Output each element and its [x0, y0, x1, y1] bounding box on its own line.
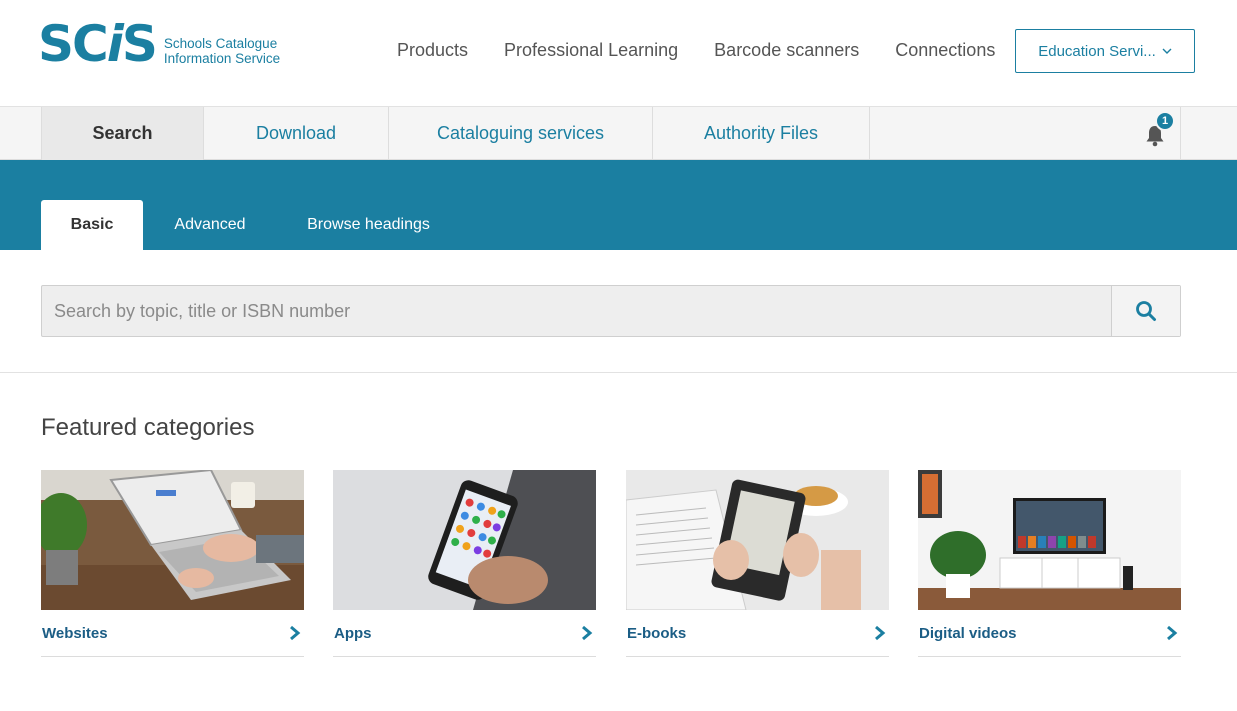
- section-tabs: Search Download Cataloguing services Aut…: [0, 107, 1237, 160]
- category-card-digital-videos[interactable]: Digital videos: [918, 470, 1181, 657]
- chevron-right-icon: [582, 625, 593, 641]
- search-band: Basic Advanced Browse headings: [0, 160, 1237, 250]
- nav-connections[interactable]: Connections: [895, 40, 995, 61]
- card-label: Digital videos: [919, 625, 1017, 642]
- scis-logo[interactable]: SCiS Schools Catalogue Information Servi…: [38, 14, 280, 70]
- search-button[interactable]: [1111, 286, 1180, 336]
- subnav-divider: [1180, 107, 1181, 160]
- card-label: Apps: [334, 625, 372, 642]
- site-header: SCiS Schools Catalogue Information Servi…: [0, 0, 1237, 107]
- search-icon: [1136, 301, 1156, 321]
- chevron-right-icon: [290, 625, 301, 641]
- account-button-label: Education Servi...: [1038, 42, 1156, 60]
- notification-badge: 1: [1155, 111, 1175, 131]
- tab-browse-headings[interactable]: Browse headings: [290, 200, 447, 250]
- nav-products[interactable]: Products: [397, 40, 468, 61]
- nav-barcode-scanners[interactable]: Barcode scanners: [714, 40, 859, 61]
- digital-videos-image: [918, 470, 1181, 610]
- chevron-right-icon: [1167, 625, 1178, 641]
- category-card-apps[interactable]: Apps: [333, 470, 596, 657]
- tab-search[interactable]: Search: [41, 107, 204, 160]
- logo-text: Schools Catalogue Information Service: [164, 36, 280, 66]
- search-box: [41, 285, 1181, 337]
- apps-image: [333, 470, 596, 610]
- tab-download[interactable]: Download: [204, 107, 389, 160]
- chevron-right-icon: [875, 625, 886, 641]
- logo-line-2: Information Service: [163, 51, 281, 66]
- card-label: Websites: [42, 625, 108, 642]
- category-card-websites[interactable]: Websites: [41, 470, 304, 657]
- search-input[interactable]: [42, 286, 1112, 336]
- section-divider: [0, 372, 1237, 373]
- tab-authority-files[interactable]: Authority Files: [653, 107, 870, 160]
- e-books-image: [626, 470, 889, 610]
- featured-categories-heading: Featured categories: [41, 414, 255, 441]
- tab-cataloguing-services[interactable]: Cataloguing services: [389, 107, 653, 160]
- logo-mark: SCiS: [38, 15, 158, 73]
- websites-image: [41, 470, 304, 610]
- tab-basic[interactable]: Basic: [41, 200, 143, 250]
- tab-advanced[interactable]: Advanced: [160, 200, 260, 250]
- nav-professional-learning[interactable]: Professional Learning: [504, 40, 678, 61]
- chevron-down-icon: [1162, 48, 1172, 54]
- logo-line-1: Schools Catalogue: [163, 36, 278, 51]
- category-card-e-books[interactable]: E-books: [626, 470, 889, 657]
- main-nav: Products Professional Learning Barcode s…: [397, 40, 1031, 61]
- account-dropdown-button[interactable]: Education Servi...: [1015, 29, 1195, 73]
- card-label: E-books: [627, 625, 687, 642]
